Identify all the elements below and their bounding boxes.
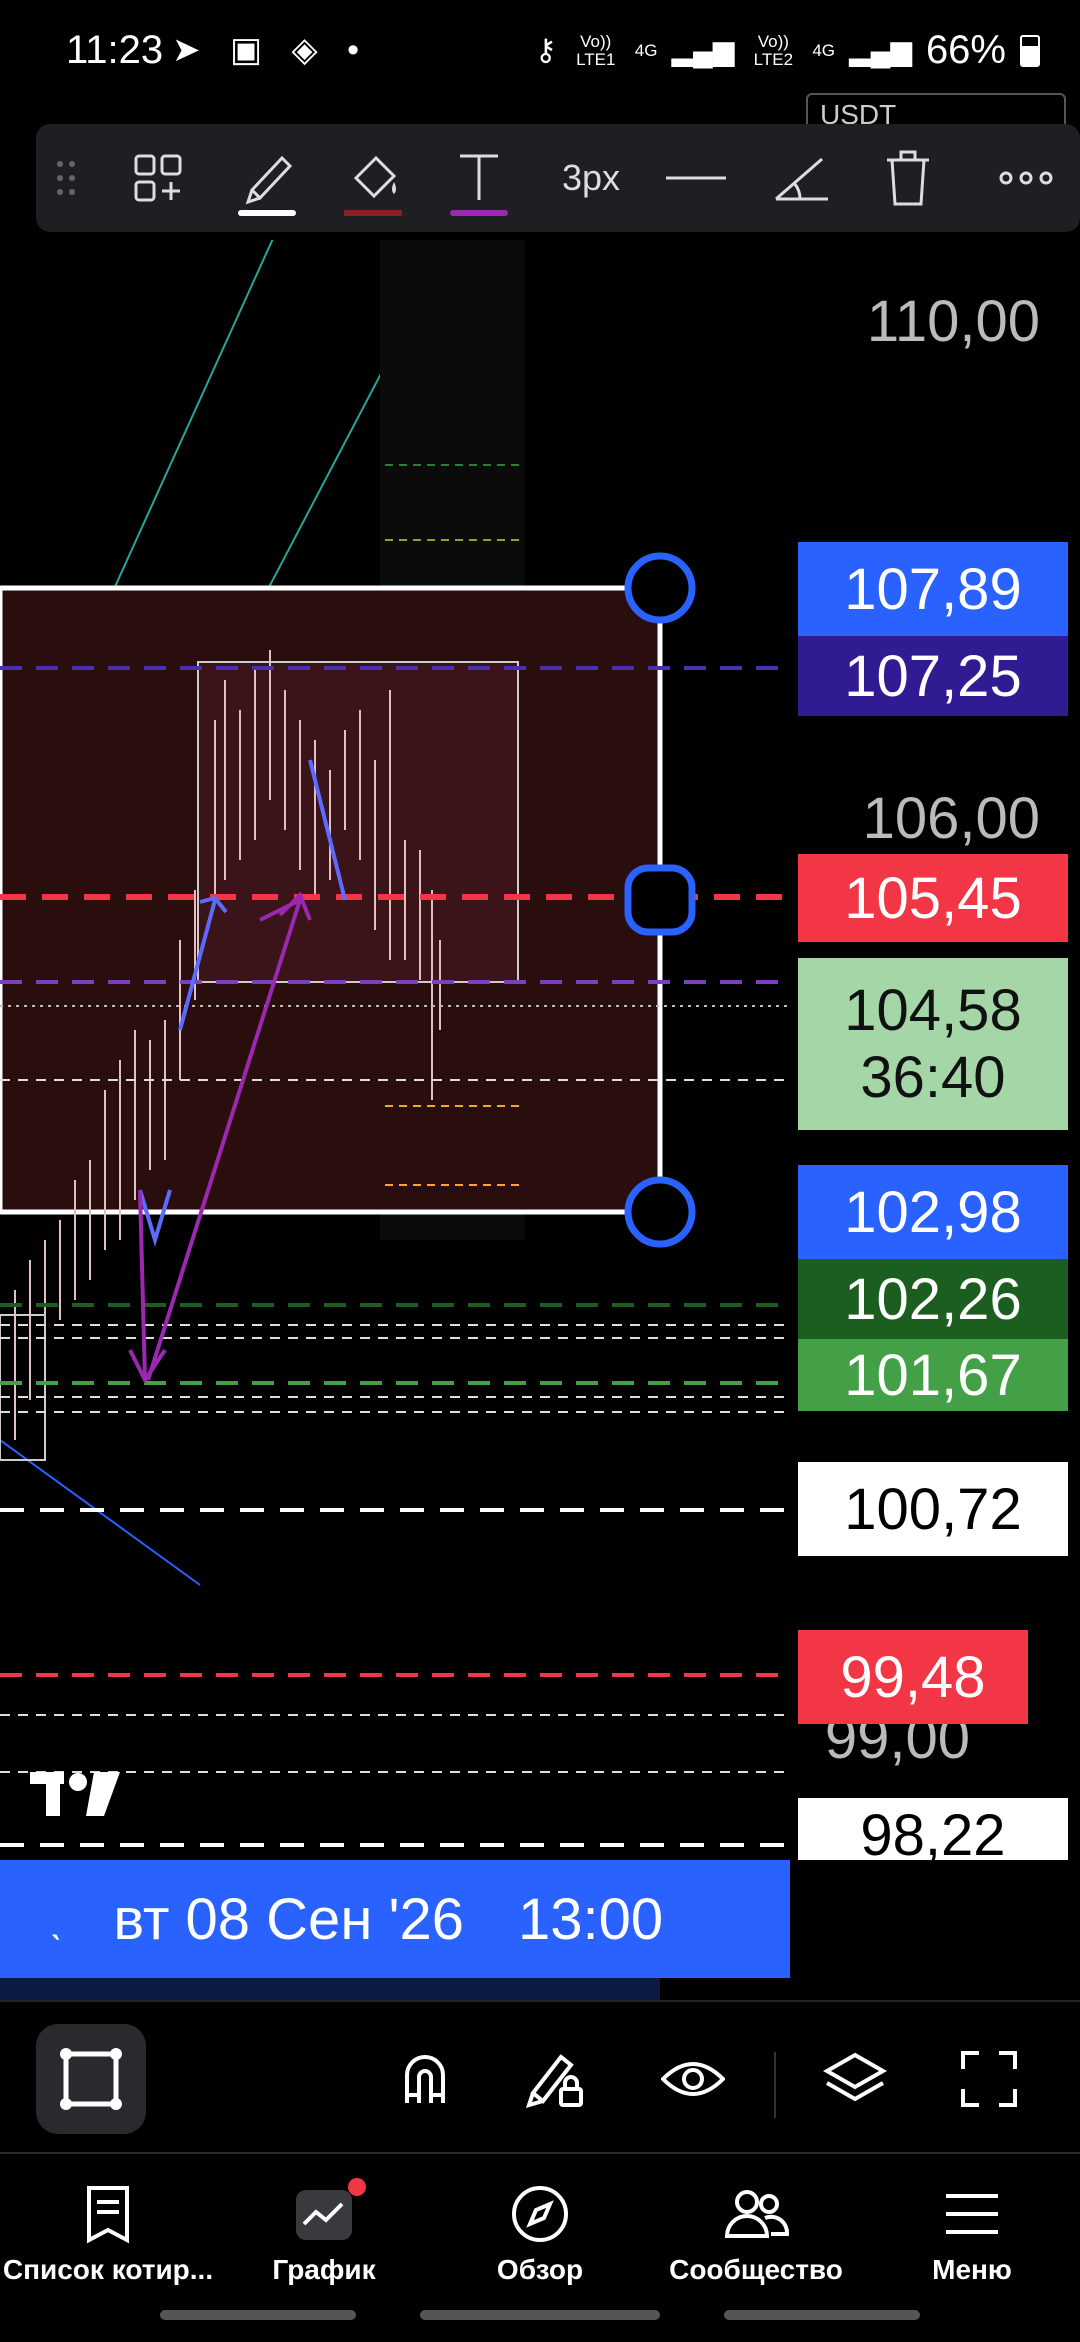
signal-icon: ▂▄▆ <box>671 35 735 66</box>
sim1-label: Vo)) LTE1 <box>576 31 616 69</box>
status-right: ⚷ Vo)) LTE1 4G ▂▄▆ Vo)) LTE2 4G ▂▄▆ 66% <box>535 28 1040 73</box>
nav-label: Меню <box>932 2254 1012 2285</box>
key-icon: ⚷ <box>534 34 557 67</box>
nav-watchlist[interactable]: Список котир... <box>0 2174 216 2286</box>
line-style-icon[interactable] <box>656 124 736 232</box>
nav-label: Сообщество <box>669 2254 843 2285</box>
price-tag: 99,48 <box>798 1630 1028 1724</box>
nav-menu[interactable]: Меню <box>864 2174 1080 2286</box>
price-tag: 105,45 <box>798 854 1068 942</box>
fill-bucket-icon[interactable] <box>328 124 418 232</box>
resize-handle-top[interactable] <box>624 552 696 624</box>
price-axis-label: 106,00 <box>862 786 1040 851</box>
inner-rectangle-drawing[interactable] <box>197 661 519 983</box>
crosshair-date-label: ˎ вт 08 Сен '26 13:00 <box>0 1860 790 1978</box>
price-tag-value: 99,48 <box>840 1644 986 1710</box>
status-left-icons: ➤ ▣ ◈ • <box>172 30 369 70</box>
signal-icon: ▂▄▆ <box>849 35 912 66</box>
crosshair-date: вт 08 Сен '26 <box>113 1886 465 1952</box>
fullscreen-icon[interactable] <box>934 2024 1044 2134</box>
templates-icon[interactable] <box>118 124 198 232</box>
price-tag-value: 98,22 <box>860 1803 1006 1860</box>
watchlist-icon <box>0 2174 216 2254</box>
nav-label: График <box>272 2254 376 2285</box>
price-axis-label: 110,00 <box>866 289 1040 354</box>
price-tag: 107,25 <box>798 636 1068 716</box>
price-tag-value: 105,45 <box>844 865 1022 931</box>
eye-icon[interactable] <box>638 2024 748 2134</box>
current-price-tag: 104,58 36:40 <box>798 958 1068 1130</box>
trend-line <box>0 1439 201 1586</box>
divider <box>774 2052 776 2118</box>
price-tag: 107,89 <box>798 542 1068 636</box>
resize-handle-bottom[interactable] <box>624 1176 696 1248</box>
trash-icon[interactable] <box>868 124 948 232</box>
nav-label: Список котир... <box>2 2254 214 2285</box>
status-time: 11:23 <box>66 28 164 72</box>
nav-chart[interactable]: График <box>216 2174 432 2286</box>
resize-handle-middle[interactable] <box>624 864 696 936</box>
nav-label: Обзор <box>496 2254 584 2285</box>
sim2-label: Vo)) LTE2 <box>753 31 794 69</box>
shield-icon: ◈ <box>291 31 328 69</box>
text-icon[interactable] <box>434 124 524 232</box>
price-tag-value: 104,58 <box>844 978 1022 1043</box>
price-tag-value: 101,67 <box>844 1342 1022 1408</box>
price-tag: 98,22 <box>798 1798 1068 1860</box>
battery-icon <box>1020 34 1040 67</box>
small-rectangle-drawing[interactable] <box>0 1314 46 1461</box>
chart-area[interactable]: 110,00 106,00 99,00 107,89 107,25 105,45… <box>0 240 1080 1860</box>
price-tag-value: 102,26 <box>844 1266 1022 1332</box>
stroke-width-button[interactable]: 3px <box>546 124 636 232</box>
notification-badge <box>348 2178 366 2196</box>
crosshair-time: 13:00 <box>518 1886 664 1952</box>
time-axis-highlight <box>0 1978 660 2000</box>
nav-explore[interactable]: Обзор <box>432 2174 648 2286</box>
price-tag-value: 107,25 <box>844 643 1022 709</box>
layers-icon[interactable] <box>800 2024 910 2134</box>
price-tag-value: 100,72 <box>844 1476 1022 1542</box>
gesture-bar <box>724 2310 920 2320</box>
price-tag-value: 102,98 <box>844 1179 1022 1245</box>
nav-community[interactable]: Сообщество <box>648 2174 864 2286</box>
price-tag: 102,98 <box>798 1165 1068 1259</box>
gallery-icon: ▣ <box>229 31 273 69</box>
tradingview-logo <box>30 1772 120 1827</box>
gesture-bar <box>420 2310 660 2320</box>
sim1-network: 4G <box>634 40 658 60</box>
rectangle-icon[interactable] <box>36 2024 146 2134</box>
community-icon <box>648 2174 864 2254</box>
price-tag: 102,26 <box>798 1259 1068 1339</box>
lock-drawings-icon[interactable] <box>500 2024 610 2134</box>
pencil-icon[interactable] <box>222 124 312 232</box>
chart-bottom-tools <box>0 2000 1080 2152</box>
chart-icon <box>216 2174 432 2254</box>
crosshair-handle-icon: ˎ <box>50 1896 64 1941</box>
drawing-toolbar: 3px <box>36 124 1080 232</box>
angle-icon[interactable] <box>762 124 842 232</box>
menu-icon <box>864 2174 1080 2254</box>
more-icon[interactable] <box>986 124 1066 232</box>
drag-handle-icon[interactable] <box>36 124 96 232</box>
price-tag: 101,67 <box>798 1339 1068 1411</box>
magnet-icon[interactable] <box>370 2024 480 2134</box>
sim2-network: 4G <box>812 40 836 60</box>
battery-percent: 66% <box>925 28 1006 72</box>
dot-icon: • <box>347 31 370 69</box>
telegram-icon: ➤ <box>172 31 211 69</box>
price-tag: 100,72 <box>798 1462 1068 1556</box>
gesture-bar <box>160 2310 356 2320</box>
candle-countdown: 36:40 <box>860 1045 1006 1110</box>
price-tag-value: 107,89 <box>844 556 1022 622</box>
compass-icon <box>432 2174 648 2254</box>
